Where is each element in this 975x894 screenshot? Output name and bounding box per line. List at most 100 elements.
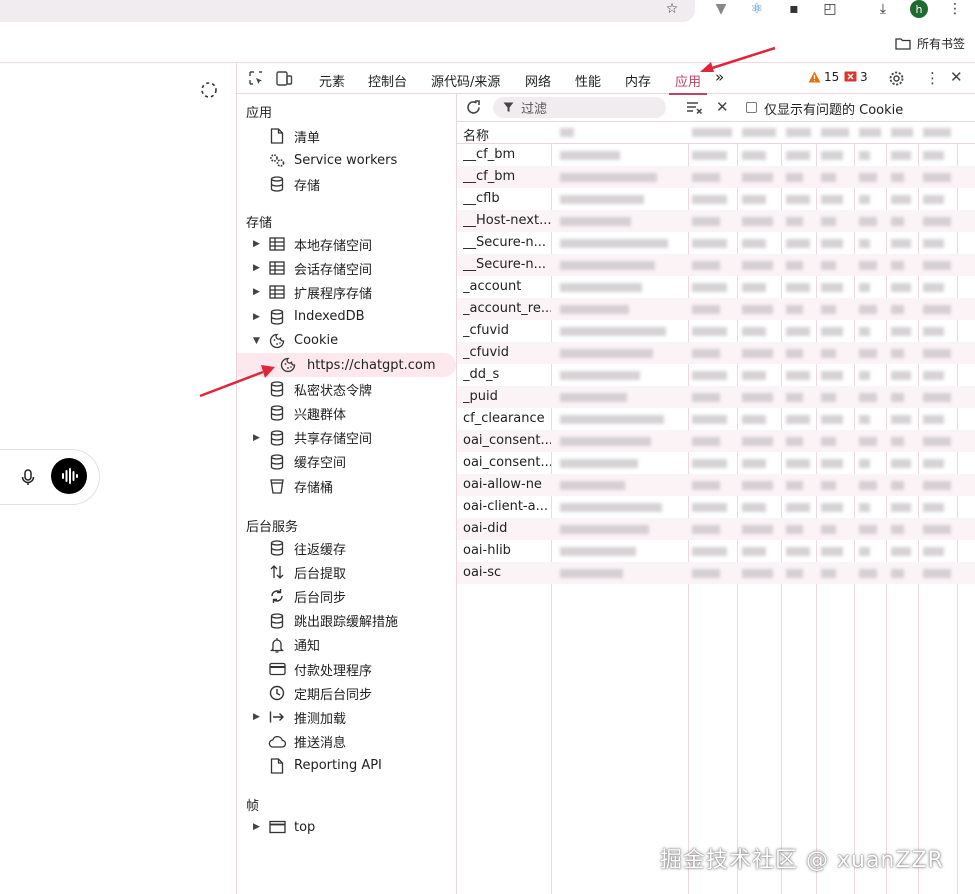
sidebar-item-storage-items-2[interactable]: ▶ 扩展程序存储 (237, 280, 456, 304)
download-icon[interactable]: ⤓ (874, 0, 892, 18)
errors-badge[interactable]: 3 (844, 70, 868, 84)
table-row[interactable]: oai-client-a... (457, 496, 975, 518)
address-bar[interactable] (0, 0, 695, 22)
sidebar-item-bg-items-3[interactable]: 跳出跟踪缓解措施 (237, 609, 456, 633)
table-row[interactable]: __cflb (457, 188, 975, 210)
sidebar-item-cookie[interactable]: ▼ Cookie (237, 329, 456, 353)
tab-sources[interactable]: 源代码/来源 (431, 71, 500, 90)
column-header-samesite[interactable] (923, 128, 951, 137)
column-header-path[interactable] (742, 128, 776, 137)
more-tabs-icon[interactable]: » (715, 68, 724, 86)
sidebar-item-storage-items-6[interactable]: 私密状态令牌 (237, 377, 456, 401)
filter-placeholder: 过滤 (521, 102, 548, 117)
tab-performance[interactable]: 性能 (575, 71, 601, 90)
sidebar-item-bg-items-0[interactable]: 往返缓存 (237, 536, 456, 560)
all-bookmarks-button[interactable]: 所有书签 (895, 35, 965, 52)
expand-arrow-icon[interactable]: ▶ (253, 712, 261, 722)
sidebar-item-label: Service workers (294, 152, 398, 168)
table-row[interactable]: _cfuvid (457, 320, 975, 342)
expand-arrow-icon[interactable]: ▶ (253, 822, 261, 832)
table-row[interactable]: _dd_s (457, 364, 975, 386)
inspect-element-icon[interactable] (248, 70, 265, 87)
sidebar-item-bg-items-5[interactable]: 付款处理程序 (237, 657, 456, 681)
table-row[interactable]: oai_consent... (457, 452, 975, 474)
sidebar-item-app-items-0[interactable]: 清单 (237, 124, 456, 148)
more-icon[interactable]: ⋮ (948, 0, 962, 18)
only-issues-checkbox[interactable] (746, 102, 757, 113)
settings-gear-icon[interactable] (888, 70, 905, 87)
column-header-httponly[interactable] (859, 128, 881, 137)
table-row[interactable]: oai-sc (457, 562, 975, 584)
table-row[interactable]: oai-hlib (457, 540, 975, 562)
tab-application[interactable]: 应用 (668, 71, 708, 95)
table-row[interactable]: __Secure-n... (457, 254, 975, 276)
expand-arrow-icon[interactable]: ▶ (253, 263, 261, 273)
extension-icon[interactable]: ▪ (786, 0, 802, 18)
redacted-cell (742, 415, 766, 424)
sidebar-item-service-workers[interactable]: Service workers (237, 148, 456, 172)
sidebar-item-indexeddb[interactable]: ▶ IndexedDB (237, 305, 456, 329)
react-icon[interactable]: ⚛ (748, 0, 766, 18)
database-icon (268, 380, 286, 398)
puzzle-icon[interactable]: ◰ (822, 0, 838, 18)
table-row[interactable]: _puid (457, 386, 975, 408)
sidebar-item-storage-items-1[interactable]: ▶ 会话存储空间 (237, 256, 456, 280)
tab-memory[interactable]: 内存 (625, 71, 651, 90)
microphone-icon[interactable] (18, 467, 38, 487)
filter-input[interactable]: 过滤 (493, 97, 666, 118)
tab-network[interactable]: 网络 (525, 71, 551, 90)
sidebar-item-bg-items-7[interactable]: ▶ 推测加载 (237, 705, 456, 729)
sidebar-item-storage-items-7[interactable]: 兴趣群体 (237, 401, 456, 425)
column-header-domain[interactable] (692, 128, 732, 137)
sidebar-item-top[interactable]: ▶ top (237, 815, 456, 839)
database-icon (268, 453, 286, 471)
refresh-icon[interactable] (465, 99, 482, 116)
sidebar-item-bg-items-4[interactable]: 通知 (237, 633, 456, 657)
table-row[interactable]: oai_consent... (457, 430, 975, 452)
close-devtools-icon[interactable]: ✕ (950, 68, 963, 86)
table-row[interactable]: _cfuvid (457, 342, 975, 364)
warnings-badge[interactable]: 15 (808, 70, 839, 84)
extension-v-icon[interactable]: ▼ (713, 0, 729, 18)
sidebar-item-app-items-2[interactable]: 存储 (237, 172, 456, 196)
avatar[interactable]: h (910, 0, 928, 18)
tab-console[interactable]: 控制台 (368, 71, 407, 90)
star-icon[interactable]: ☆ (664, 0, 680, 18)
expand-arrow-icon[interactable]: ▶ (253, 312, 261, 322)
clear-filtered-icon[interactable] (686, 101, 703, 115)
sidebar-item-storage-items-8[interactable]: ▶ 共享存储空间 (237, 426, 456, 450)
sidebar-item-https-chatgpt-com[interactable]: https://chatgpt.com (237, 353, 456, 377)
more-options-icon[interactable]: ⋮ (925, 69, 940, 87)
table-row[interactable]: oai-allow-ne (457, 474, 975, 496)
table-row[interactable]: cf_clearance (457, 408, 975, 430)
redacted-cell (891, 349, 904, 358)
table-row[interactable]: oai-did (457, 518, 975, 540)
sidebar-item-storage-items-0[interactable]: ▶ 本地存储空间 (237, 232, 456, 256)
table-row[interactable]: __cf_bm (457, 166, 975, 188)
column-header-secure[interactable] (891, 128, 913, 137)
table-row[interactable]: _account (457, 276, 975, 298)
delete-all-icon[interactable]: ✕ (716, 98, 729, 116)
table-row[interactable]: __cf_bm (457, 144, 975, 166)
column-header-name[interactable]: 名称 (463, 125, 489, 144)
sidebar-item-storage-items-10[interactable]: 存储桶 (237, 474, 456, 498)
sidebar-item-reporting-api[interactable]: Reporting API (237, 754, 456, 778)
sidebar-item-bg-items-1[interactable]: 后台提取 (237, 560, 456, 584)
tab-elements[interactable]: 元素 (319, 71, 345, 90)
expand-arrow-icon[interactable]: ▶ (253, 433, 261, 443)
sidebar-item-bg-items-6[interactable]: 定期后台同步 (237, 681, 456, 705)
column-header-expires[interactable] (786, 128, 811, 137)
table-row[interactable]: __Host-next... (457, 210, 975, 232)
collapse-arrow-icon[interactable]: ▼ (253, 336, 261, 346)
sidebar-item-bg-items-8[interactable]: 推送消息 (237, 730, 456, 754)
column-header-value[interactable] (560, 128, 574, 137)
expand-arrow-icon[interactable]: ▶ (253, 239, 261, 249)
voice-mode-button[interactable] (51, 458, 87, 494)
table-row[interactable]: _account_re... (457, 298, 975, 320)
table-row[interactable]: __Secure-n... (457, 232, 975, 254)
sidebar-item-bg-items-2[interactable]: 后台同步 (237, 584, 456, 608)
device-toolbar-icon[interactable] (275, 70, 293, 87)
expand-arrow-icon[interactable]: ▶ (253, 287, 261, 297)
sidebar-item-storage-items-9[interactable]: 缓存空间 (237, 450, 456, 474)
column-header-size[interactable] (821, 128, 849, 137)
